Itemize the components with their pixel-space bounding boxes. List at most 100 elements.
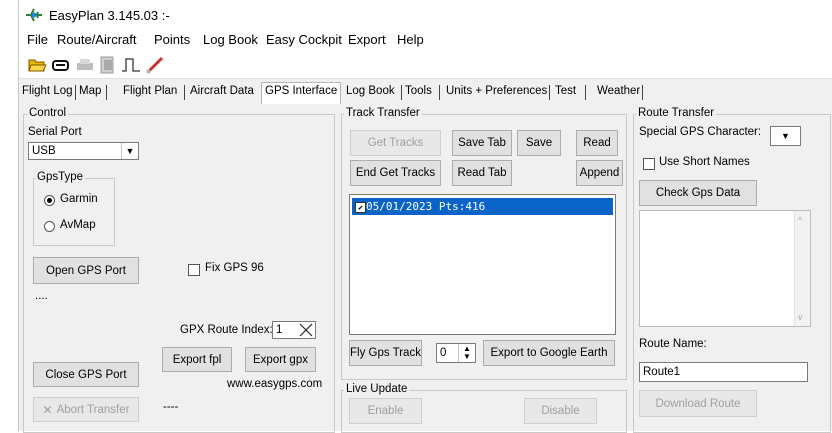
fix-gps-label: Fix GPS 96 <box>205 262 264 274</box>
spinner-arrows-icon[interactable] <box>299 323 313 337</box>
tab-strip: Flight Log Map Flight Plan Aircraft Data… <box>19 82 832 104</box>
toolbar <box>19 50 832 79</box>
export-gpx-button[interactable]: Export gpx <box>245 347 316 372</box>
disable-button[interactable]: Disable <box>524 398 597 424</box>
menu-export[interactable]: Export <box>348 32 386 47</box>
fly-track-spinner[interactable]: 0 ▲ ▼ <box>436 343 476 363</box>
control-group-title: Control <box>27 107 69 119</box>
pulse-icon[interactable] <box>121 56 141 74</box>
printer-icon[interactable] <box>75 56 95 74</box>
app-window: EasyPlan 3.145.03 :- File Route/Aircraft… <box>18 0 832 433</box>
route-name-input[interactable]: Route1 <box>639 362 808 382</box>
use-short-names-checkbox[interactable] <box>643 158 655 170</box>
export-fpl-button[interactable]: Export fpl <box>162 347 232 372</box>
check-gps-data-button[interactable]: Check Gps Data <box>639 180 757 206</box>
fly-gps-track-button[interactable]: Fly Gps Track <box>349 340 422 366</box>
fly-track-value: 0 <box>440 347 447 359</box>
get-tracks-button[interactable]: Get Tracks <box>350 130 441 156</box>
append-button[interactable]: Append <box>576 160 623 186</box>
tab-divider <box>585 85 586 100</box>
end-get-tracks-button[interactable]: End Get Tracks <box>350 160 441 186</box>
tab-map[interactable]: Map <box>79 85 101 97</box>
tab-flight-log[interactable]: Flight Log <box>22 85 73 97</box>
window-title: EasyPlan 3.145.03 :- <box>49 8 170 23</box>
gpx-route-index-spinner[interactable]: 1 <box>272 321 316 339</box>
menu-bar: File Route/Aircraft Points Log Book Easy… <box>19 30 832 50</box>
tab-flight-plan[interactable]: Flight Plan <box>123 85 177 97</box>
tab-gps-interface[interactable]: GPS Interface <box>261 82 342 104</box>
serial-port-value: USB <box>32 145 56 157</box>
avmap-label: AvMap <box>60 219 96 231</box>
tab-tools[interactable]: Tools <box>405 85 432 97</box>
menu-log-book[interactable]: Log Book <box>203 32 258 47</box>
avmap-radio[interactable] <box>44 221 55 232</box>
read-button[interactable]: Read <box>576 130 618 156</box>
chevron-down-icon[interactable]: ▼ <box>771 127 800 145</box>
garmin-radio[interactable] <box>44 195 55 206</box>
tab-test[interactable]: Test <box>555 85 576 97</box>
menu-file[interactable]: File <box>27 32 48 47</box>
special-char-select[interactable]: ▼ <box>770 126 801 146</box>
document-icon[interactable] <box>97 56 117 74</box>
garmin-label: Garmin <box>60 193 98 205</box>
gps-type-label: GpsType <box>35 171 86 183</box>
abort-status-text: ---- <box>163 401 179 413</box>
chevron-down-icon[interactable]: ▼ <box>121 143 138 159</box>
close-gps-port-button[interactable]: Close GPS Port <box>33 362 139 387</box>
tab-divider <box>401 85 402 100</box>
route-name-label: Route Name: <box>639 338 707 350</box>
gps-type-group <box>33 178 115 246</box>
read-tab-button[interactable]: Read Tab <box>452 160 512 186</box>
track-list-item-label: 05/01/2023 Pts:416 <box>366 200 486 213</box>
open-gps-port-button[interactable]: Open GPS Port <box>33 257 139 284</box>
website-text: www.easygps.com <box>227 378 323 390</box>
tab-units-preferences[interactable]: Units + Preferences <box>446 85 547 97</box>
title-bar: EasyPlan 3.145.03 :- <box>19 0 832 30</box>
route-name-value: Route1 <box>643 366 681 378</box>
open-folder-icon[interactable] <box>27 56 47 74</box>
serial-port-label: Serial Port <box>28 126 82 138</box>
tab-aircraft-data[interactable]: Aircraft Data <box>190 85 254 97</box>
save-tab-button[interactable]: Save Tab <box>452 130 512 156</box>
route-transfer-title: Route Transfer <box>636 107 717 119</box>
pen-icon[interactable] <box>145 56 165 74</box>
menu-help[interactable]: Help <box>397 32 424 47</box>
route-list-scrollbar[interactable]: ^ v <box>794 211 810 326</box>
gpx-route-index-label: GPX Route Index: <box>180 324 273 336</box>
tab-weather[interactable]: Weather <box>597 85 640 97</box>
abort-transfer-button[interactable]: ✕ Abort Transfer <box>33 397 139 422</box>
use-short-names-label: Use Short Names <box>659 156 750 168</box>
fix-gps-checkbox[interactable] <box>188 264 200 276</box>
plane-logo-icon <box>26 8 42 22</box>
live-update-title: Live Update <box>344 383 410 395</box>
track-list[interactable]: ✔ 05/01/2023 Pts:416 <box>349 194 616 335</box>
tab-log-book[interactable]: Log Book <box>346 85 395 97</box>
tab-divider <box>75 85 76 100</box>
tab-divider <box>184 85 185 100</box>
menu-points[interactable]: Points <box>154 32 190 47</box>
serial-port-select[interactable]: USB ▼ <box>28 142 139 160</box>
save-button[interactable]: Save <box>517 130 561 156</box>
track-transfer-title: Track Transfer <box>344 107 422 119</box>
tab-divider <box>642 85 643 100</box>
tab-divider <box>106 85 107 100</box>
status-text: .... <box>35 290 48 302</box>
route-list[interactable]: ^ v <box>639 210 811 327</box>
chevron-down-icon[interactable]: v <box>798 312 803 322</box>
special-char-label: Special GPS Character: <box>639 126 762 138</box>
tab-divider <box>549 85 550 100</box>
menu-easy-cockpit[interactable]: Easy Cockpit <box>266 32 342 47</box>
chevron-up-icon[interactable]: ^ <box>798 215 802 225</box>
enable-button[interactable]: Enable <box>349 398 422 424</box>
download-route-button[interactable]: Download Route <box>639 390 757 417</box>
track-list-item[interactable]: ✔ 05/01/2023 Pts:416 <box>352 198 613 215</box>
spinner-up-down-icon[interactable]: ▲ ▼ <box>458 344 475 362</box>
aircraft-icon[interactable] <box>51 56 71 74</box>
tab-divider <box>439 85 440 100</box>
gpx-route-index-value: 1 <box>276 324 283 336</box>
menu-route-aircraft[interactable]: Route/Aircraft <box>57 32 136 47</box>
export-google-earth-button[interactable]: Export to Google Earth <box>483 340 615 366</box>
check-icon[interactable]: ✔ <box>355 202 366 213</box>
abort-transfer-label: Abort Transfer <box>56 403 130 416</box>
close-icon: ✕ <box>42 402 53 417</box>
